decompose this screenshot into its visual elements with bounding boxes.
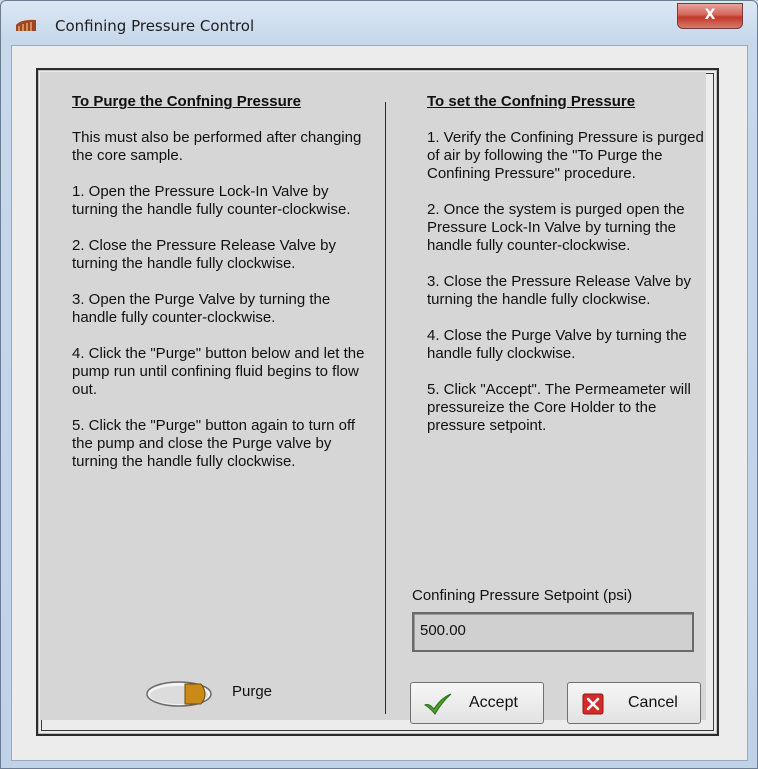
purge-step-1: 1. Open the Pressure Lock-In Valve by tu… bbox=[72, 183, 351, 218]
title-bar[interactable]: Confining Pressure Control X bbox=[1, 1, 757, 45]
setpoint-label: Confining Pressure Setpoint (psi) bbox=[412, 587, 633, 604]
red-x-icon bbox=[582, 693, 604, 715]
window-title: Confining Pressure Control bbox=[55, 17, 255, 35]
accept-button[interactable]: Accept bbox=[410, 682, 544, 724]
purge-step-3: 3. Open the Purge Valve by turning the h… bbox=[72, 291, 331, 326]
cancel-button[interactable]: Cancel bbox=[567, 682, 701, 724]
set-step-2: 2. Once the system is purged open the Pr… bbox=[427, 201, 685, 254]
setpoint-input[interactable] bbox=[420, 622, 680, 639]
set-step-5: 5. Click "Accept". The Permeameter will … bbox=[427, 381, 691, 434]
pressure-gauge-icon bbox=[16, 19, 36, 31]
purge-toggle-button[interactable] bbox=[145, 680, 213, 708]
set-instructions: To set the Confning Pressure 1. Verify t… bbox=[427, 93, 717, 453]
purge-heading: To Purge the Confning Pressure bbox=[72, 93, 301, 110]
close-button[interactable]: X bbox=[677, 3, 743, 29]
purge-step-4: 4. Click the "Purge" button below and le… bbox=[72, 345, 365, 398]
purge-step-2: 2. Close the Pressure Release Valve by t… bbox=[72, 237, 337, 272]
column-divider bbox=[385, 102, 386, 714]
set-step-3: 3. Close the Pressure Release Valve by t… bbox=[427, 273, 692, 308]
cancel-label: Cancel bbox=[628, 694, 678, 711]
purge-step-5: 5. Click the "Purge" button again to tur… bbox=[72, 417, 356, 470]
toggle-led-icon bbox=[184, 683, 206, 705]
purge-note: This must also be performed after changi… bbox=[72, 129, 362, 164]
set-heading: To set the Confning Pressure bbox=[427, 93, 636, 110]
purge-label: Purge bbox=[232, 683, 273, 700]
setpoint-field[interactable] bbox=[412, 612, 694, 652]
set-step-4: 4. Close the Purge Valve by turning the … bbox=[427, 327, 687, 362]
accept-label: Accept bbox=[469, 694, 518, 711]
checkmark-icon bbox=[423, 693, 452, 715]
close-icon: X bbox=[704, 7, 716, 23]
purge-instructions: To Purge the Confning Pressure This must… bbox=[72, 93, 372, 489]
set-step-1: 1. Verify the Confining Pressure is purg… bbox=[427, 129, 704, 182]
